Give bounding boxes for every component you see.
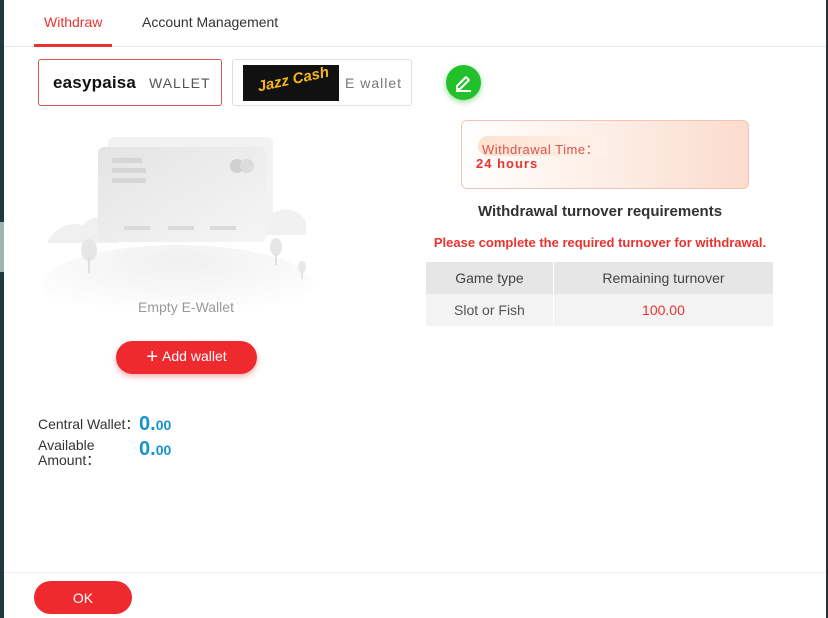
empty-wallet-illustration: [43, 137, 313, 305]
available-amount-label: Available Amount：: [38, 437, 101, 468]
central-wallet-value: 0.00: [139, 413, 172, 435]
wallet-option-easypaisa[interactable]: easypaisa WALLET: [38, 59, 222, 106]
add-wallet-button[interactable]: + Add wallet: [116, 341, 257, 374]
easypaisa-logo: easypaisa: [53, 73, 137, 92]
column-header-remaining-turnover: Remaining turnover: [553, 262, 775, 294]
jazzcash-logo-text: Jazz Cash: [256, 65, 331, 96]
turnover-title: Withdrawal turnover requirements: [477, 203, 723, 220]
available-amount-value: 0.00: [139, 438, 172, 460]
pencil-icon: [456, 76, 471, 92]
ok-button[interactable]: OK: [34, 581, 132, 614]
wallet-type-label: WALLET: [149, 75, 211, 91]
tab-withdraw[interactable]: Withdraw: [33, 14, 113, 47]
game-type-cell: Slot or Fish: [426, 294, 554, 326]
tab-bar: Withdraw Account Management: [4, 0, 826, 47]
plus-icon: +: [146, 346, 159, 368]
edit-wallet-button[interactable]: [446, 65, 481, 100]
jazzcash-logo: Jazz Cash: [243, 65, 339, 101]
central-wallet-label: Central Wallet：: [38, 416, 140, 432]
empty-wallet-text: Empty E-Wallet: [138, 299, 234, 315]
turnover-table: Game type Remaining turnover Slot or Fis…: [426, 262, 775, 326]
add-wallet-label: Add wallet: [162, 348, 227, 364]
wallet-type-label: E wallet: [345, 75, 403, 91]
table-header-row: Game type Remaining turnover: [426, 262, 775, 294]
column-header-game-type: Game type: [426, 262, 554, 294]
turnover-warning: Please complete the required turnover fo…: [433, 235, 767, 250]
remaining-turnover-cell: 100.00: [553, 294, 775, 326]
withdrawal-time-label: Withdrawal Time：: [478, 136, 608, 157]
left-edge-segment: [0, 222, 4, 272]
tab-account-management[interactable]: Account Management: [142, 14, 278, 47]
table-row: Slot or Fish 100.00: [426, 294, 775, 326]
wallet-option-jazzcash[interactable]: Jazz Cash E wallet: [232, 59, 412, 106]
withdrawal-time-value: 24 hours: [476, 156, 539, 171]
withdrawal-time-box: Withdrawal Time： 24 hours: [461, 120, 749, 189]
left-edge-strip: [0, 0, 4, 618]
